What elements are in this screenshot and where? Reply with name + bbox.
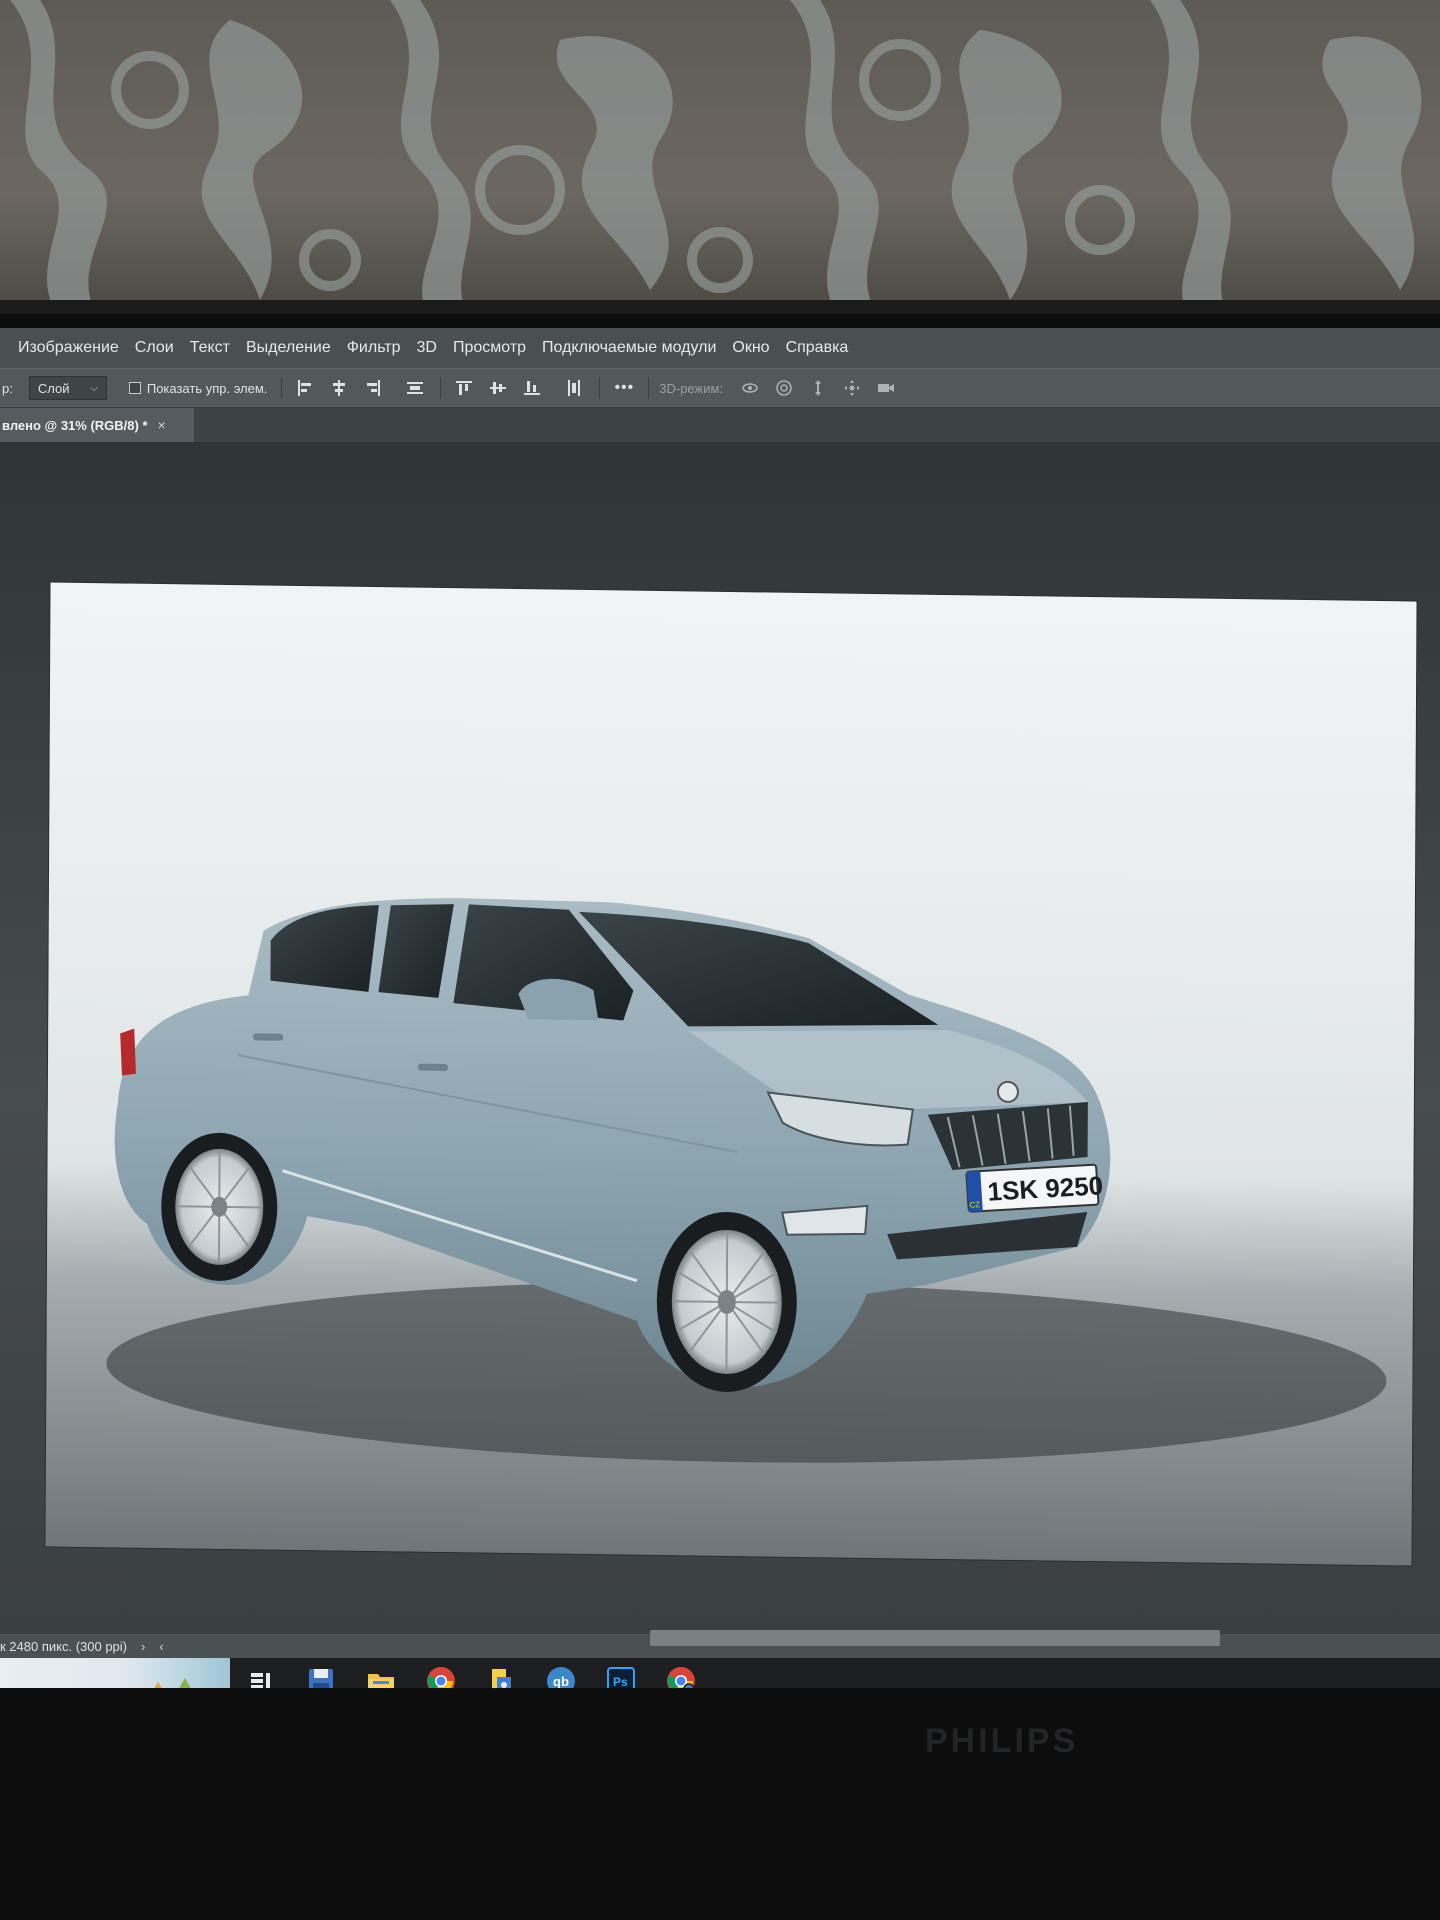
menu-window[interactable]: Окно bbox=[724, 339, 777, 357]
taskbar-app-files[interactable] bbox=[472, 1658, 530, 1688]
wallpaper-background bbox=[0, 0, 1440, 320]
menu-type[interactable]: Текст bbox=[182, 339, 238, 357]
qbittorrent-label: qb bbox=[553, 1674, 569, 1688]
document-info: к 2480 пикс. (300 ppi) bbox=[0, 1638, 127, 1654]
document-canvas[interactable]: CZ 1SK 9250 bbox=[45, 582, 1417, 1566]
taskbar-app-qbittorrent[interactable]: qb bbox=[532, 1658, 590, 1688]
chrome-profile-icon bbox=[667, 1667, 695, 1688]
photoshop-label: Ps bbox=[613, 1675, 628, 1688]
task-view-icon bbox=[251, 1673, 270, 1688]
toolbar-separator bbox=[648, 377, 650, 399]
roll-3d-icon[interactable] bbox=[773, 377, 795, 399]
status-next-arrow[interactable]: › bbox=[141, 1639, 145, 1654]
screen: Изображение Слои Текст Выделение Фильтр … bbox=[0, 328, 1440, 1688]
taskbar-app-save[interactable] bbox=[292, 1658, 350, 1688]
horizontal-scrollbar[interactable] bbox=[650, 1630, 1220, 1646]
document-tab[interactable]: влено @ 31% (RGB/8) * × bbox=[0, 408, 194, 442]
taskbar-app-photoshop[interactable]: Ps bbox=[592, 1658, 650, 1688]
distribute-icon[interactable] bbox=[404, 377, 426, 399]
taskbar-app-chrome[interactable] bbox=[412, 1658, 470, 1688]
plate-country: CZ bbox=[969, 1200, 980, 1210]
more-options-button[interactable]: ••• bbox=[614, 379, 634, 397]
qbittorrent-icon: qb bbox=[547, 1667, 575, 1688]
show-controls-checkbox[interactable] bbox=[128, 382, 141, 394]
monitor-brand-logo: PHILIPS bbox=[925, 1722, 1079, 1760]
damask-pattern bbox=[10, 0, 1422, 320]
menu-select[interactable]: Выделение bbox=[238, 339, 339, 357]
pan-3d-icon[interactable] bbox=[807, 377, 829, 399]
align-center-h-icon[interactable] bbox=[328, 377, 350, 399]
toolbar-separator bbox=[440, 377, 442, 399]
menu-help[interactable]: Справка bbox=[778, 339, 857, 357]
rear-window bbox=[270, 905, 379, 992]
windows-taskbar: qb Ps bbox=[0, 1658, 1440, 1688]
align-middle-v-icon[interactable] bbox=[487, 377, 509, 399]
document-tab-bar: влено @ 31% (RGB/8) * × bbox=[0, 408, 1440, 442]
monitor: Изображение Слои Текст Выделение Фильтр … bbox=[0, 300, 1440, 1920]
file-manager-icon bbox=[492, 1669, 511, 1688]
search-box-art[interactable] bbox=[0, 1658, 230, 1688]
align-bottom-icon[interactable] bbox=[521, 377, 543, 399]
folder-icon bbox=[368, 1674, 394, 1688]
menu-bar: Изображение Слои Текст Выделение Фильтр … bbox=[0, 328, 1440, 368]
distribute-v-icon[interactable] bbox=[563, 377, 585, 399]
menu-3d[interactable]: 3D bbox=[409, 339, 445, 357]
taskbar-app-explorer[interactable] bbox=[352, 1658, 410, 1688]
taskbar-app-chrome-profile[interactable] bbox=[652, 1658, 710, 1688]
door-handle bbox=[253, 1033, 284, 1041]
align-left-icon[interactable] bbox=[294, 377, 316, 399]
floppy-disk-icon bbox=[309, 1669, 333, 1688]
chrome-icon bbox=[427, 1667, 455, 1688]
menu-image[interactable]: Изображение bbox=[10, 339, 127, 357]
task-view-button[interactable] bbox=[232, 1658, 290, 1688]
document-tab-title: влено @ 31% (RGB/8) * bbox=[2, 417, 148, 433]
auto-select-dropdown[interactable]: Слой ⌵ bbox=[28, 376, 107, 400]
align-right-icon[interactable] bbox=[362, 377, 384, 399]
car-photo: CZ 1SK 9250 bbox=[106, 898, 1387, 1463]
auto-select-value: Слой bbox=[37, 380, 70, 396]
options-bar: р: Слой ⌵ Показать упр. элем. ••• 3D-реж… bbox=[0, 368, 1440, 408]
align-top-icon[interactable] bbox=[453, 377, 475, 399]
photoshop-icon: Ps bbox=[607, 1667, 635, 1688]
menu-layers[interactable]: Слои bbox=[127, 339, 182, 357]
tail-light bbox=[120, 1028, 136, 1076]
toolbar-separator bbox=[599, 377, 601, 399]
toolbar-separator bbox=[281, 377, 283, 399]
menu-filter[interactable]: Фильтр bbox=[339, 339, 409, 357]
slide-3d-icon[interactable] bbox=[841, 377, 863, 399]
brand-badge bbox=[996, 1080, 1019, 1103]
workspace: CZ 1SK 9250 bbox=[0, 442, 1440, 1634]
close-icon[interactable]: × bbox=[158, 417, 166, 433]
door-handle bbox=[418, 1063, 449, 1072]
status-prev-arrow[interactable]: ‹ bbox=[159, 1639, 163, 1654]
menu-plugins[interactable]: Подключаемые модули bbox=[534, 339, 724, 357]
chevron-down-icon: ⌵ bbox=[90, 382, 98, 394]
menu-view[interactable]: Просмотр bbox=[445, 339, 534, 357]
3d-mode-label: 3D-режим: bbox=[659, 380, 724, 396]
orbit-3d-icon[interactable] bbox=[739, 377, 761, 399]
tool-label: р: bbox=[2, 380, 13, 396]
show-controls-label: Показать упр. элем. bbox=[146, 380, 268, 396]
show-transform-controls[interactable]: Показать упр. элем. bbox=[128, 380, 268, 396]
camera-3d-icon[interactable] bbox=[875, 377, 897, 399]
